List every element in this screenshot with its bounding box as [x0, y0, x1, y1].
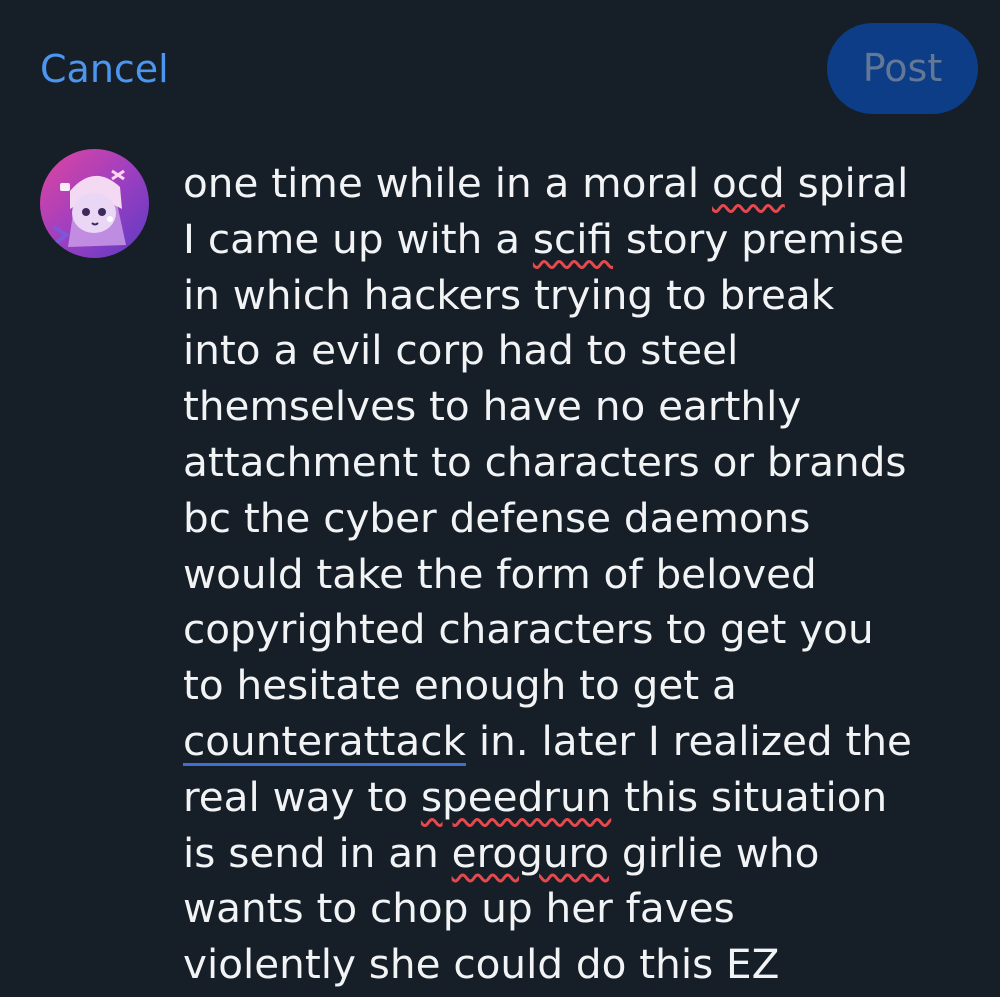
text-line: violently she could do this EZ: [183, 937, 973, 993]
text-segment: into a evil corp had to steel: [183, 326, 739, 375]
text-segment: themselves to have no earthly: [183, 382, 802, 431]
text-segment: story premise: [613, 214, 905, 263]
text-line: real way to speedrun this situation: [183, 770, 973, 826]
text-segment: violently she could do this EZ: [183, 940, 780, 989]
autocorrect-word[interactable]: counterattack: [183, 717, 466, 765]
text-line: to hesitate enough to get a: [183, 658, 973, 714]
text-segment: I came up with a: [183, 214, 533, 263]
text-line: copyrighted characters to get you: [183, 602, 973, 658]
text-segment: this situation: [611, 772, 888, 821]
text-line: themselves to have no earthly: [183, 379, 973, 435]
misspelled-word[interactable]: eroguro: [452, 829, 609, 877]
misspelled-word[interactable]: speedrun: [421, 773, 611, 821]
text-segment: real way to: [183, 772, 421, 821]
text-line: attachment to characters or brands: [183, 435, 973, 491]
post-text-editor[interactable]: one time while in a moral ocd spiral I c…: [183, 156, 973, 993]
text-segment: girlie who: [609, 828, 820, 877]
text-line: in which hackers trying to break: [183, 268, 973, 324]
text-segment: one time while in a moral: [183, 159, 713, 207]
text-line: one time while in a moral ocd spiral: [183, 156, 973, 212]
text-segment: spiral: [784, 159, 909, 207]
text-segment: copyrighted characters to get you: [183, 605, 874, 654]
misspelled-word[interactable]: ocd: [712, 159, 785, 207]
text-segment: in which hackers trying to break: [183, 270, 835, 319]
avatar-icon: [40, 149, 149, 258]
composer-header: Cancel Post: [0, 0, 1000, 130]
text-line: into a evil corp had to steel: [183, 323, 973, 379]
text-segment: attachment to characters or brands: [183, 437, 907, 486]
user-avatar: [40, 149, 149, 258]
text-line: would take the form of beloved: [183, 547, 973, 603]
misspelled-word[interactable]: scifi: [533, 215, 613, 263]
text-segment: would take the form of beloved: [183, 549, 817, 598]
text-line: counterattack in. later I realized the: [183, 714, 973, 770]
text-segment: to hesitate enough to get a: [183, 661, 737, 710]
post-button[interactable]: Post: [827, 23, 978, 114]
text-line: wants to chop up her faves: [183, 881, 973, 937]
cancel-button[interactable]: Cancel: [40, 44, 169, 94]
text-line: is send in an eroguro girlie who: [183, 826, 973, 882]
text-segment: wants to chop up her faves: [183, 884, 735, 933]
text-segment: in. later I realized the: [465, 716, 912, 765]
text-line: bc the cyber defense daemons: [183, 491, 973, 547]
text-line: I came up with a scifi story premise: [183, 212, 973, 268]
text-segment: is send in an: [183, 828, 452, 877]
text-segment: bc the cyber defense daemons: [183, 493, 811, 542]
